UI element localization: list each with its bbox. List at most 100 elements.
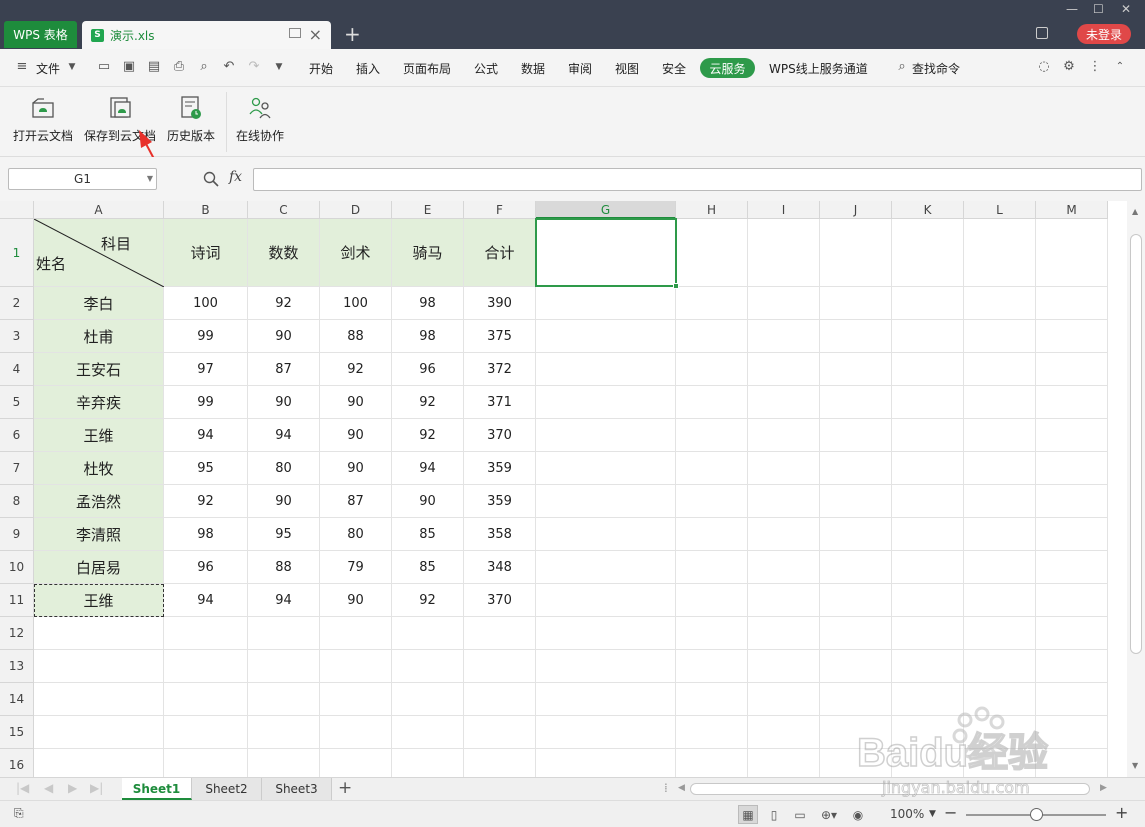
value-cell[interactable]: 97	[164, 353, 248, 386]
column-header-f[interactable]: F	[464, 201, 536, 219]
cell[interactable]	[748, 749, 820, 777]
row-header-10[interactable]: 10	[0, 551, 34, 584]
active-cell-selection[interactable]	[535, 218, 679, 289]
cell[interactable]	[964, 485, 1036, 518]
row-header-7[interactable]: 7	[0, 452, 34, 485]
next-sheet-icon[interactable]: ▶	[68, 781, 77, 795]
cell[interactable]	[676, 386, 748, 419]
zoom-level[interactable]: 100%	[890, 807, 924, 821]
more-dropdown-icon[interactable]: ▼	[272, 60, 286, 74]
cell[interactable]	[164, 683, 248, 716]
prev-sheet-icon[interactable]: ◀	[44, 781, 53, 795]
cell[interactable]	[1036, 320, 1108, 353]
value-cell[interactable]: 96	[392, 353, 464, 386]
scroll-left-icon[interactable]: ◀	[678, 783, 685, 793]
cell[interactable]	[676, 287, 748, 320]
cell[interactable]	[892, 353, 964, 386]
row-header-11[interactable]: 11	[0, 584, 34, 617]
cell[interactable]	[536, 452, 676, 485]
value-cell[interactable]: 348	[464, 551, 536, 584]
sheet-tab-2[interactable]: Sheet2	[192, 778, 262, 800]
cell[interactable]	[964, 584, 1036, 617]
cell[interactable]	[34, 716, 164, 749]
cell[interactable]	[676, 518, 748, 551]
value-cell[interactable]: 88	[320, 320, 392, 353]
value-cell[interactable]: 375	[464, 320, 536, 353]
value-cell[interactable]: 99	[164, 386, 248, 419]
cell[interactable]	[892, 617, 964, 650]
tab-formulas[interactable]: 公式	[474, 60, 498, 77]
value-cell[interactable]: 92	[320, 353, 392, 386]
cell[interactable]	[1036, 749, 1108, 777]
chevron-down-icon[interactable]: ▼	[147, 169, 153, 189]
value-cell[interactable]: 359	[464, 485, 536, 518]
layout-view-button[interactable]: ⊕▾	[816, 805, 842, 824]
more-options-icon[interactable]: ⋮	[1088, 60, 1102, 74]
splitter-icon[interactable]: ⁞	[664, 781, 668, 795]
print-icon[interactable]: ⎙	[172, 60, 186, 74]
cell[interactable]	[536, 683, 676, 716]
row-header-2[interactable]: 2	[0, 287, 34, 320]
row-header-13[interactable]: 13	[0, 650, 34, 683]
cell[interactable]	[748, 353, 820, 386]
horizontal-scroll-thumb[interactable]	[690, 783, 1090, 795]
name-cell[interactable]: 辛弃疾	[34, 386, 164, 419]
cell[interactable]	[892, 518, 964, 551]
zoom-out-button[interactable]: −	[944, 803, 957, 822]
cell[interactable]	[536, 320, 676, 353]
name-box[interactable]: G1 ▼	[8, 168, 157, 190]
cell[interactable]	[1036, 452, 1108, 485]
tab-cloud-services[interactable]: 云服务	[700, 58, 755, 78]
tab-insert[interactable]: 插入	[356, 60, 380, 77]
cell[interactable]	[964, 683, 1036, 716]
zoom-slider-knob[interactable]	[1030, 808, 1043, 821]
last-sheet-icon[interactable]: ▶|	[90, 781, 103, 795]
name-cell[interactable]: 杜牧	[34, 452, 164, 485]
cell[interactable]	[892, 386, 964, 419]
value-cell[interactable]: 87	[320, 485, 392, 518]
value-cell[interactable]: 85	[392, 518, 464, 551]
value-cell[interactable]: 92	[164, 485, 248, 518]
cell[interactable]	[164, 617, 248, 650]
cell[interactable]	[464, 650, 536, 683]
cell[interactable]	[1036, 551, 1108, 584]
row-header-12[interactable]: 12	[0, 617, 34, 650]
preview-icon[interactable]: ⌕	[197, 60, 211, 74]
app-tab[interactable]: WPS 表格	[4, 21, 77, 48]
scroll-down-icon[interactable]: ▼	[1132, 761, 1138, 770]
name-cell[interactable]: 孟浩然	[34, 485, 164, 518]
cell[interactable]	[892, 452, 964, 485]
row-header-16[interactable]: 16	[0, 749, 34, 777]
cell[interactable]	[536, 386, 676, 419]
cell[interactable]	[536, 584, 676, 617]
login-button[interactable]: 未登录	[1077, 24, 1131, 44]
row-header-5[interactable]: 5	[0, 386, 34, 419]
cell[interactable]	[748, 518, 820, 551]
value-cell[interactable]: 94	[164, 419, 248, 452]
cell[interactable]	[820, 353, 892, 386]
cell[interactable]	[1036, 683, 1108, 716]
column-header-g[interactable]: G	[536, 201, 676, 219]
cell[interactable]	[164, 716, 248, 749]
cell[interactable]	[748, 584, 820, 617]
minimize-button[interactable]: —	[1066, 2, 1078, 16]
cell[interactable]	[676, 716, 748, 749]
cell[interactable]	[392, 683, 464, 716]
cell[interactable]	[820, 386, 892, 419]
cell[interactable]	[676, 617, 748, 650]
cell[interactable]	[536, 650, 676, 683]
cell[interactable]	[964, 749, 1036, 777]
cell[interactable]	[392, 749, 464, 777]
first-sheet-icon[interactable]: |◀	[16, 781, 29, 795]
scroll-up-icon[interactable]: ▲	[1132, 207, 1138, 216]
column-header-l[interactable]: L	[964, 201, 1036, 219]
maximize-button[interactable]: ☐	[1093, 2, 1104, 16]
cell[interactable]	[820, 320, 892, 353]
diagonal-header-cell[interactable]: 科目 姓名	[34, 219, 164, 287]
tab-view[interactable]: 视图	[615, 60, 639, 77]
cell[interactable]	[892, 650, 964, 683]
cell[interactable]	[464, 683, 536, 716]
cell[interactable]	[464, 749, 536, 777]
row-header-8[interactable]: 8	[0, 485, 34, 518]
cell[interactable]	[748, 419, 820, 452]
